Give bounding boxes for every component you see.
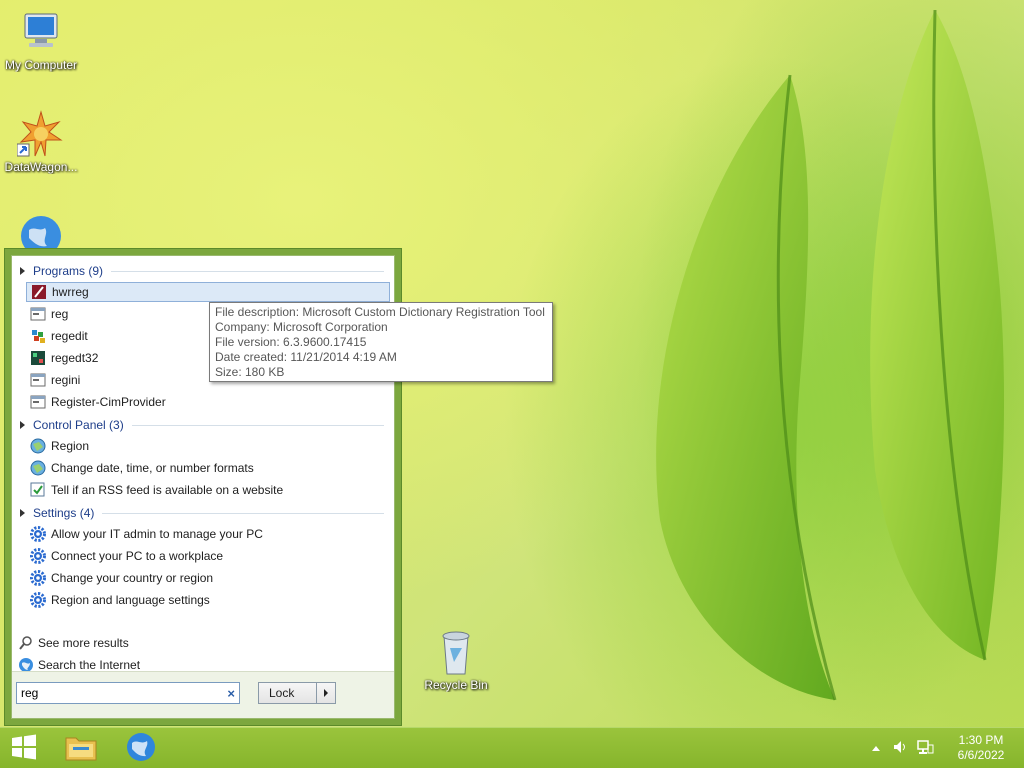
settings-label: Change your country or region: [51, 571, 214, 585]
file-info-tooltip: File description: Microsoft Custom Dicti…: [209, 302, 553, 382]
clock-time: 1:30 PM: [958, 733, 1004, 747]
search-input[interactable]: [21, 686, 228, 700]
gear-icon: [30, 526, 46, 542]
see-more-results-link[interactable]: See more results: [18, 634, 129, 652]
divider: [131, 424, 384, 426]
settings-item-workplace[interactable]: Connect your PC to a workplace: [26, 546, 390, 566]
gear-icon: [30, 570, 46, 586]
magnifier-icon: [18, 635, 34, 651]
network-icon[interactable]: [916, 739, 934, 758]
search-field[interactable]: ×: [16, 682, 240, 704]
console-app-icon: [30, 306, 46, 322]
group-label: Settings (4): [33, 506, 95, 520]
lock-button[interactable]: Lock: [259, 683, 316, 703]
gear-icon: [30, 548, 46, 564]
tooltip-date-created: Date created: 11/21/2014 4:19 AM: [215, 350, 397, 364]
expand-triangle-icon: [20, 267, 25, 275]
program-label: hwrreg: [52, 285, 89, 299]
desktop-icon-label: Recycle Bin: [424, 678, 488, 692]
region-globe-icon: [30, 460, 46, 476]
expand-triangle-icon: [20, 421, 25, 429]
program-item-register-cimprovider[interactable]: Register-CimProvider: [26, 392, 390, 412]
search-bar-area: × Lock: [12, 671, 394, 718]
desktop-icon-label: My Computer: [4, 58, 78, 72]
power-options-arrow-icon[interactable]: [316, 683, 335, 703]
group-label: Programs (9): [33, 264, 104, 278]
internet-explorer-globe-icon: [125, 731, 157, 766]
regedt32-icon: [30, 350, 46, 366]
tooltip-version: File version: 6.3.9600.17415: [215, 335, 367, 349]
taskbar-internet-explorer[interactable]: [116, 728, 166, 768]
windows-start-icon: [11, 734, 37, 763]
control-panel-item-region[interactable]: Region: [26, 436, 390, 456]
control-panel-item-date-formats[interactable]: Change date, time, or number formats: [26, 458, 390, 478]
program-item-hwrreg[interactable]: hwrreg: [26, 282, 390, 302]
tooltip-description: File description: Microsoft Custom Dicti…: [215, 305, 545, 319]
recycle-bin-icon: [432, 628, 480, 676]
clock-date: 6/6/2022: [957, 748, 1005, 762]
taskbar: 1:30 PM 6/6/2022: [0, 727, 1024, 768]
taskbar-file-explorer[interactable]: [56, 728, 106, 768]
console-app-icon: [30, 394, 46, 410]
volume-icon[interactable]: [892, 739, 908, 758]
hwrreg-app-icon: [31, 284, 47, 300]
program-label: regedit: [51, 329, 88, 343]
show-hidden-icons-chevron-icon[interactable]: [872, 745, 880, 751]
start-button[interactable]: [0, 728, 48, 768]
desktop-icon-label: DataWagon...: [4, 160, 78, 174]
divider: [111, 270, 384, 272]
gear-icon: [30, 592, 46, 608]
lock-split-button[interactable]: Lock: [258, 682, 336, 704]
computer-icon: [17, 8, 65, 56]
program-label: regedt32: [51, 351, 99, 365]
group-header-programs[interactable]: Programs (9): [18, 262, 384, 280]
tooltip-company: Company: Microsoft Corporation: [215, 320, 388, 334]
control-panel-label: Region: [51, 439, 90, 453]
control-panel-item-rss-feed[interactable]: Tell if an RSS feed is available on a we…: [26, 480, 390, 500]
desktop-icon-recycle-bin[interactable]: Recycle Bin: [416, 628, 496, 692]
group-header-settings[interactable]: Settings (4): [18, 504, 384, 522]
program-label: regini: [51, 373, 81, 387]
desktop-icon-datawagon[interactable]: DataWagon...: [1, 110, 81, 174]
control-panel-label: Tell if an RSS feed is available on a we…: [51, 483, 284, 497]
settings-label: Region and language settings: [51, 593, 210, 607]
program-label: Register-CimProvider: [51, 395, 166, 409]
control-panel-label: Change date, time, or number formats: [51, 461, 254, 475]
system-tray: 1:30 PM 6/6/2022: [872, 728, 1024, 768]
file-explorer-icon: [64, 732, 98, 765]
expand-triangle-icon: [20, 509, 25, 517]
settings-item-region-language[interactable]: Region and language settings: [26, 590, 390, 610]
desktop-icon-my-computer[interactable]: My Computer: [1, 8, 81, 72]
search-internet-label: Search the Internet: [38, 658, 141, 672]
regedit-icon: [30, 328, 46, 344]
region-globe-icon: [30, 438, 46, 454]
divider: [102, 512, 384, 514]
tooltip-size: Size: 180 KB: [215, 365, 285, 379]
settings-item-country-region[interactable]: Change your country or region: [26, 568, 390, 588]
taskbar-clock[interactable]: 1:30 PM 6/6/2022: [944, 733, 1018, 763]
rss-check-icon: [30, 482, 46, 498]
settings-item-it-admin[interactable]: Allow your IT admin to manage your PC: [26, 524, 390, 544]
program-label: reg: [51, 307, 69, 321]
settings-label: Allow your IT admin to manage your PC: [51, 527, 263, 541]
see-more-label: See more results: [38, 636, 129, 650]
settings-label: Connect your PC to a workplace: [51, 549, 224, 563]
clear-search-icon[interactable]: ×: [227, 686, 235, 701]
console-app-icon: [30, 372, 46, 388]
datawagon-shortcut-icon: [16, 110, 65, 158]
group-label: Control Panel (3): [33, 418, 124, 432]
group-header-control-panel[interactable]: Control Panel (3): [18, 416, 384, 434]
